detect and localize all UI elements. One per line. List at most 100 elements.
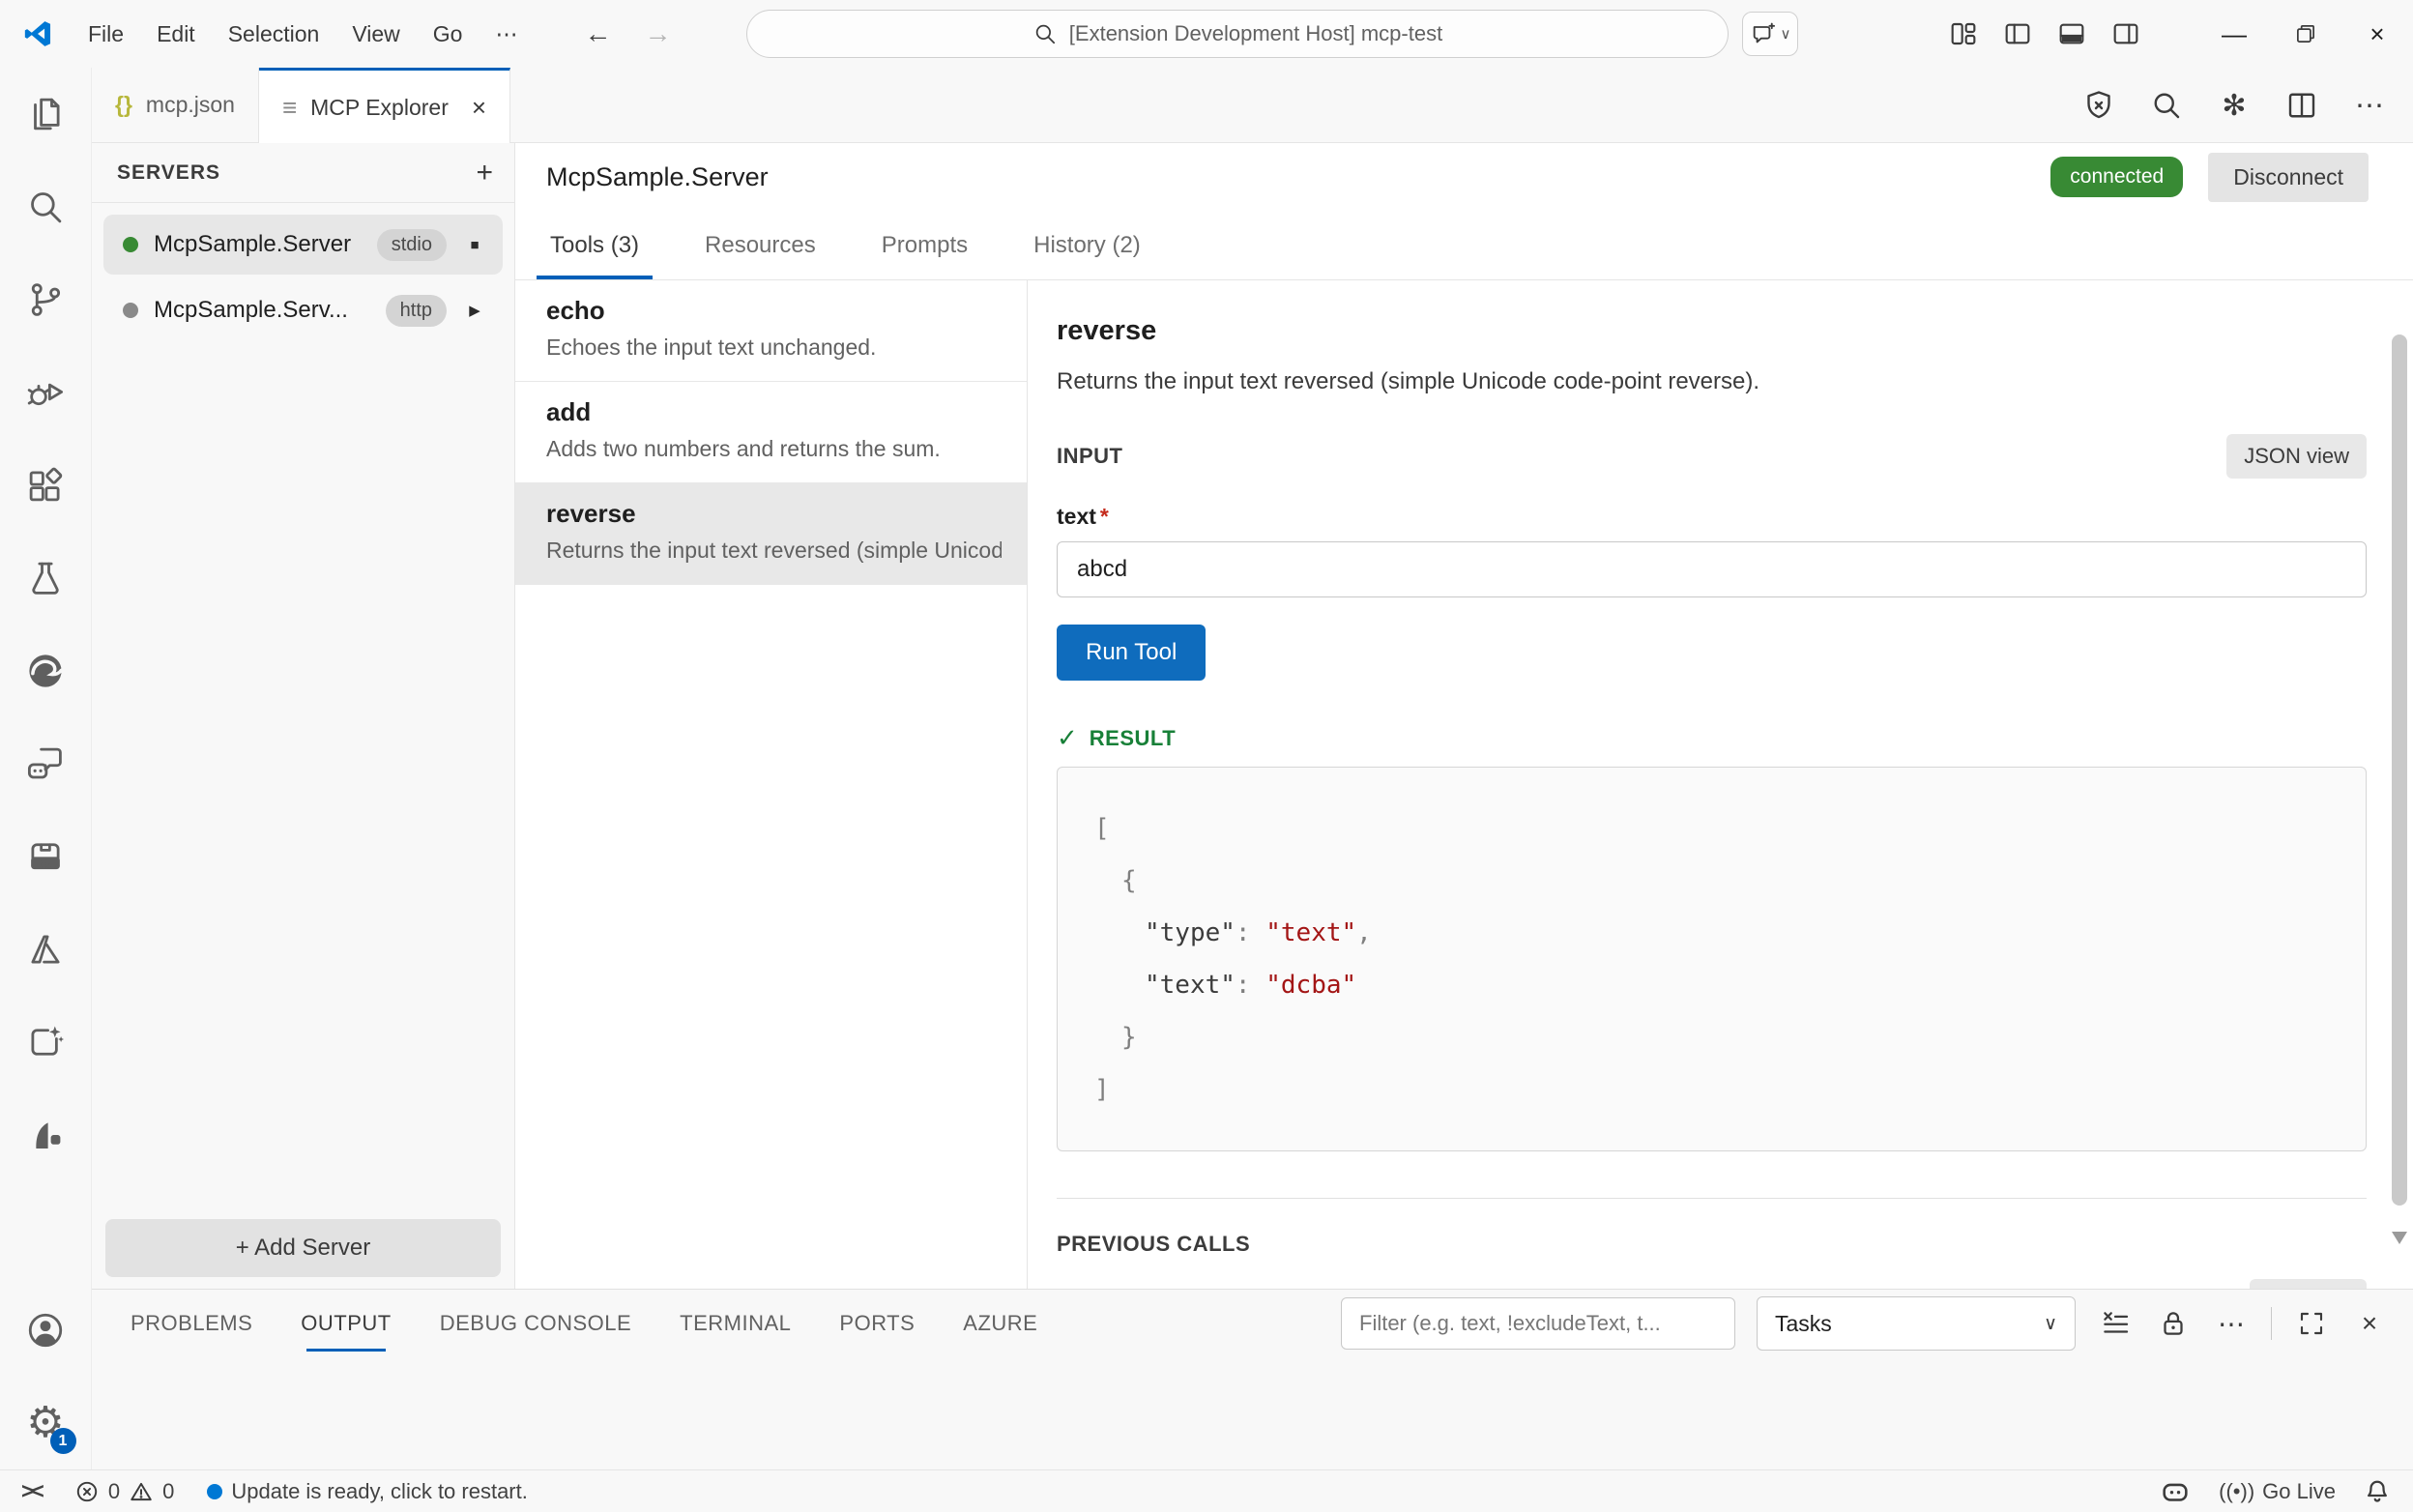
shield-icon[interactable] (2080, 87, 2117, 124)
panel-tab[interactable]: AZURE (963, 1290, 1037, 1357)
text-input[interactable] (1057, 541, 2367, 597)
server-action-button[interactable]: ■ (462, 237, 487, 253)
settings-badge: 1 (50, 1428, 76, 1454)
panel-tab[interactable]: PROBLEMS (131, 1290, 252, 1357)
connection-status-badge: connected (2050, 157, 2183, 197)
settings-gear-icon[interactable]: ⚙ 1 (0, 1377, 92, 1469)
lock-icon[interactable] (2155, 1305, 2192, 1342)
menu-item[interactable]: Edit (140, 14, 212, 55)
nav-back-icon[interactable]: ← (584, 18, 611, 49)
bottom-panel: PROBLEMS OUTPUT DEBUG CONSOLE TERMINAL PORTS… (92, 1289, 2413, 1469)
server-action-button[interactable]: ▶ (462, 302, 487, 319)
clear-output-icon[interactable] (2097, 1305, 2134, 1342)
scrollbar-thumb[interactable] (2392, 334, 2407, 1206)
close-tab-icon[interactable]: × (472, 93, 486, 123)
servers-sidebar: SERVERS + McpSample.Server stdio ■ McpSa… (92, 143, 515, 1289)
menu-item[interactable]: ⋯ (479, 14, 534, 55)
close-panel-icon[interactable]: × (2351, 1305, 2388, 1342)
tab-mcp-explorer[interactable]: ≡ MCP Explorer × (259, 68, 510, 144)
input-section-label: INPUT (1057, 444, 1123, 469)
accounts-icon[interactable] (0, 1284, 92, 1377)
detail-scrollbar[interactable] (2392, 323, 2407, 1250)
divider (2271, 1307, 2272, 1340)
explorer-tab[interactable]: History (2) (1028, 211, 1147, 279)
close-window-button[interactable]: × (2341, 0, 2413, 68)
edge-browser-icon[interactable] (0, 625, 92, 717)
server-status-dot (123, 237, 138, 252)
foundry-icon[interactable] (0, 1089, 92, 1181)
json-entry-line: "text": "dcba" (1094, 959, 2329, 1011)
output-channel-select[interactable]: Tasks ∨ (1757, 1296, 2076, 1351)
server-list: McpSample.Server stdio ■ McpSample.Serv.… (92, 203, 514, 340)
ai-toolkit-icon[interactable] (0, 996, 92, 1089)
copilot-status-icon[interactable] (2159, 1475, 2192, 1508)
tool-list-item[interactable]: reverse Returns the input text reversed … (515, 483, 1027, 585)
copilot-chat-icon[interactable] (0, 717, 92, 810)
more-actions-icon[interactable]: ⋯ (2351, 87, 2388, 124)
minimize-button[interactable]: — (2198, 0, 2270, 68)
panel-tab[interactable]: OUTPUT (301, 1290, 391, 1357)
notifications-bell-icon[interactable] (2363, 1477, 2392, 1506)
tool-list-item[interactable]: echo Echoes the input text unchanged. (515, 280, 1027, 382)
disconnect-button[interactable]: Disconnect (2208, 153, 2369, 202)
panel-tab[interactable]: DEBUG CONSOLE (440, 1290, 631, 1357)
add-server-icon[interactable]: + (476, 157, 493, 189)
rerun-button[interactable]: ↩Re-run (2250, 1279, 2367, 1289)
openai-icon[interactable]: ✻ (2216, 87, 2253, 124)
search-icon[interactable] (0, 160, 92, 253)
success-check-icon: ✓ (1057, 723, 1078, 753)
search-editor-icon[interactable] (2148, 87, 2185, 124)
activity-bar: M365 ⚙ 1 (0, 68, 92, 1469)
tool-name-heading: reverse (1057, 315, 2367, 347)
problems-indicator[interactable]: 0 0 (74, 1479, 175, 1504)
toggle-panel-icon[interactable] (2055, 17, 2088, 50)
add-server-button[interactable]: + Add Server (105, 1219, 501, 1277)
copilot-chat-button[interactable]: ∨ (1742, 12, 1798, 56)
command-center-search[interactable]: [Extension Development Host] mcp-test (746, 10, 1729, 58)
toggle-sidebar-icon[interactable] (2001, 17, 2034, 50)
go-live-button[interactable]: ((•)) Go Live (2219, 1479, 2336, 1504)
panel-tab[interactable]: TERMINAL (680, 1290, 791, 1357)
explorer-tab[interactable]: Prompts (876, 211, 974, 279)
tool-detail-panel: reverse Returns the input text reversed … (1028, 280, 2413, 1289)
transport-badge: http (386, 295, 447, 327)
explorer-tab[interactable]: Tools (3) (544, 211, 645, 279)
menu-item[interactable]: Selection (212, 14, 336, 55)
tool-description: Returns the input text reversed (simple … (1057, 368, 2367, 395)
output-filter-input[interactable] (1341, 1297, 1735, 1350)
menu-item[interactable]: View (335, 14, 416, 55)
tool-list-item[interactable]: add Adds two numbers and returns the sum… (515, 382, 1027, 483)
source-control-icon[interactable] (0, 253, 92, 346)
toggle-secondary-sidebar-icon[interactable] (2109, 17, 2142, 50)
update-dot-icon (207, 1484, 222, 1499)
extensions-icon[interactable] (0, 439, 92, 532)
server-title: McpSample.Server (546, 162, 769, 192)
run-debug-icon[interactable] (0, 346, 92, 439)
customize-layout-icon[interactable] (1947, 17, 1980, 50)
maximize-panel-icon[interactable] (2293, 1305, 2330, 1342)
explorer-tabs: Tools (3) Resources Prompts History (2) (515, 211, 2413, 280)
explorer-tab[interactable]: Resources (699, 211, 822, 279)
run-tool-button[interactable]: Run Tool (1057, 625, 1206, 681)
azure-icon[interactable] (0, 903, 92, 996)
warning-icon (129, 1479, 154, 1504)
test-beaker-icon[interactable] (0, 532, 92, 625)
m365-icon[interactable]: M365 (0, 810, 92, 903)
required-asterisk: * (1100, 504, 1109, 529)
menu-item[interactable]: File (72, 14, 140, 55)
explorer-icon[interactable] (0, 68, 92, 160)
json-entry-line: "type": "text", (1094, 907, 2329, 959)
menu-item[interactable]: Go (417, 14, 480, 55)
server-item[interactable]: McpSample.Serv... http ▶ (103, 280, 503, 340)
update-notification[interactable]: Update is ready, click to restart. (207, 1479, 528, 1504)
json-view-button[interactable]: JSON view (2226, 434, 2367, 479)
more-actions-icon[interactable]: ⋯ (2213, 1305, 2250, 1342)
split-editor-icon[interactable] (2283, 87, 2320, 124)
nav-forward-icon: → (644, 18, 671, 49)
panel-tab[interactable]: PORTS (839, 1290, 915, 1357)
server-item[interactable]: McpSample.Server stdio ■ (103, 215, 503, 275)
tab-mcp-json[interactable]: {} mcp.json (92, 68, 259, 142)
restore-button[interactable] (2270, 0, 2341, 68)
remote-indicator[interactable]: >< (21, 1478, 42, 1504)
scrollbar-down-arrow[interactable] (2392, 1232, 2407, 1244)
